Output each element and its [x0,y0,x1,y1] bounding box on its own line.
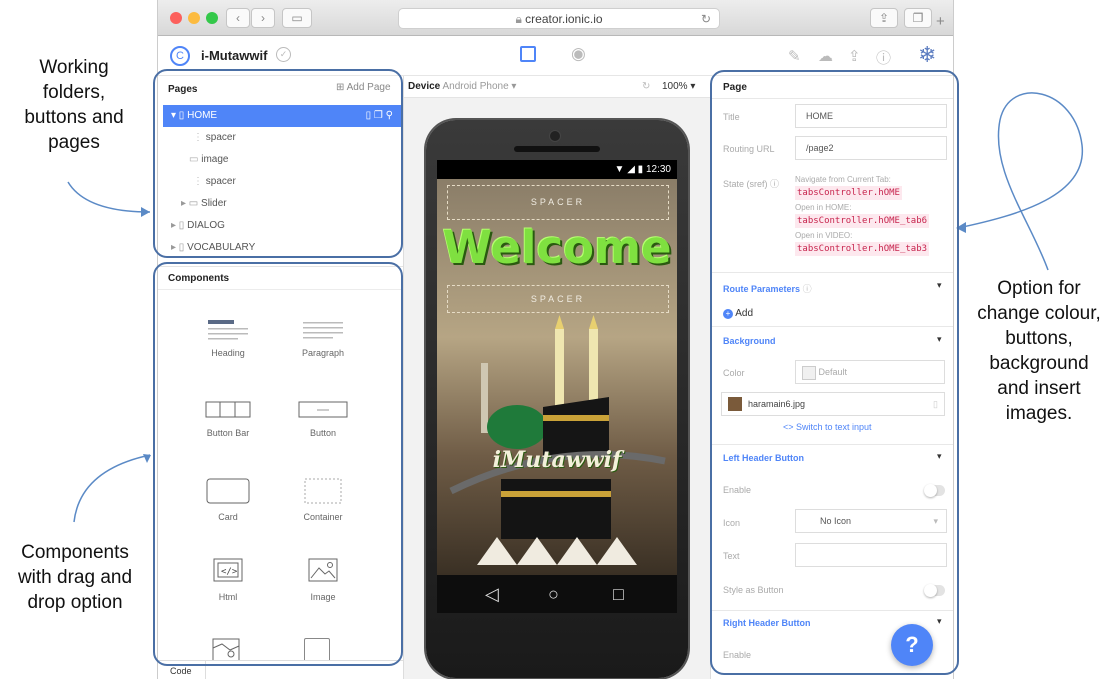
new-tab-button[interactable]: + [936,14,945,29]
spacer-bottom[interactable]: SPACER [447,285,669,313]
code-tab[interactable]: Code [170,666,192,676]
haramain-illustration [449,315,666,565]
app-logo-icon: C [170,46,190,66]
brush-icon[interactable]: ✎ [788,47,801,65]
arrow-left-top [67,181,151,213]
back-button[interactable]: ‹ [226,8,250,28]
minimize-window-dot[interactable] [188,12,200,24]
back-nav-icon[interactable]: ◁ [485,575,499,613]
help-icon[interactable]: ⓘ [876,47,891,68]
stage: Working folders, buttons and pages Compo… [0,0,1118,679]
status-time: 12:30 [645,164,671,175]
highlight-components-outline [153,262,403,666]
home-nav-icon[interactable]: ○ [548,575,559,613]
device-canvas: Device Android Phone ▾ ↻ 100% ▾ ▼ ◢ ▮ 12… [403,76,712,679]
device-toolbar: Device Android Phone ▾ ↻ 100% ▾ [404,76,712,98]
reload-icon[interactable]: ↻ [701,9,711,29]
sidebar-toggle-button[interactable]: ▭ [282,8,312,28]
zoom-select[interactable]: 100% ▾ [662,76,695,98]
android-nav-bar: ◁ ○ □ [437,575,677,613]
arrow-left-top-head [141,207,150,217]
tabs-button[interactable]: ❐ [904,8,932,28]
phone-screen[interactable]: SPACER Welcome SPACER iMutawwif [437,179,677,575]
arrow-left-bottom-head [143,454,151,463]
annotation-left-top: Working folders, buttons and pages [4,55,144,155]
annotation-text: Working folders, buttons and pages [24,57,124,153]
recents-nav-icon[interactable]: □ [613,575,624,613]
welcome-banner: Welcome [442,221,672,274]
preview-eye-icon[interactable]: ◉ [571,44,586,64]
close-window-dot[interactable] [170,12,182,24]
signal-icons: ▼ ◢ ▮ [614,164,646,175]
earpiece [514,146,600,152]
upload-icon[interactable]: ⇪ [848,47,861,65]
zoom-value: 100% [662,81,688,92]
design-mode-icon[interactable] [520,46,536,62]
annotation-right: Option for change colour, buttons, backg… [960,276,1118,426]
url-text: creator.ionic.io [525,12,603,26]
zoom-window-dot[interactable] [206,12,218,24]
arrow-right-loop [957,92,1083,271]
forward-button[interactable]: › [251,8,275,28]
highlight-properties-outline [710,70,959,675]
spacer-label: SPACER [530,294,586,304]
check-icon: ✓ [276,47,291,62]
spacer-label: SPACER [530,197,586,207]
annotation-text: Components with drag and drop option [17,542,133,613]
arrow-left-bottom [73,454,151,523]
highlight-pages-outline [153,69,403,258]
url-bar[interactable]: 🔒︎ creator.ionic.io ↻ [398,8,720,29]
status-bar: ▼ ◢ ▮ 12:30 [437,160,677,179]
annotation-text: Option for change colour, buttons, backg… [977,278,1101,424]
lock-icon: 🔒︎ [515,12,526,26]
settings-gear-icon[interactable]: ❄ [918,42,936,68]
device-select[interactable]: Android Phone ▾ [442,81,516,92]
share-button[interactable]: ⇪ [870,8,898,28]
app-name: i-Mutawwif [201,48,268,63]
device-name: Android Phone [442,81,509,92]
app-logo-text: iMutawwif [492,447,622,473]
spacer-top[interactable]: SPACER [447,185,669,220]
camera [550,131,560,141]
browser-toolbar: ‹ › ▭ 🔒︎ creator.ionic.io ↻ ⇪ ❐ + [158,0,953,36]
phone-frame: ▼ ◢ ▮ 12:30 SPACER Welcome SPACER iMutaw… [426,120,688,678]
annotation-left-bottom: Components with drag and drop option [2,540,148,615]
rotate-icon[interactable]: ↻ [642,76,650,98]
device-label: Device [408,81,441,92]
cloud-download-icon[interactable]: ☁ [818,47,833,65]
